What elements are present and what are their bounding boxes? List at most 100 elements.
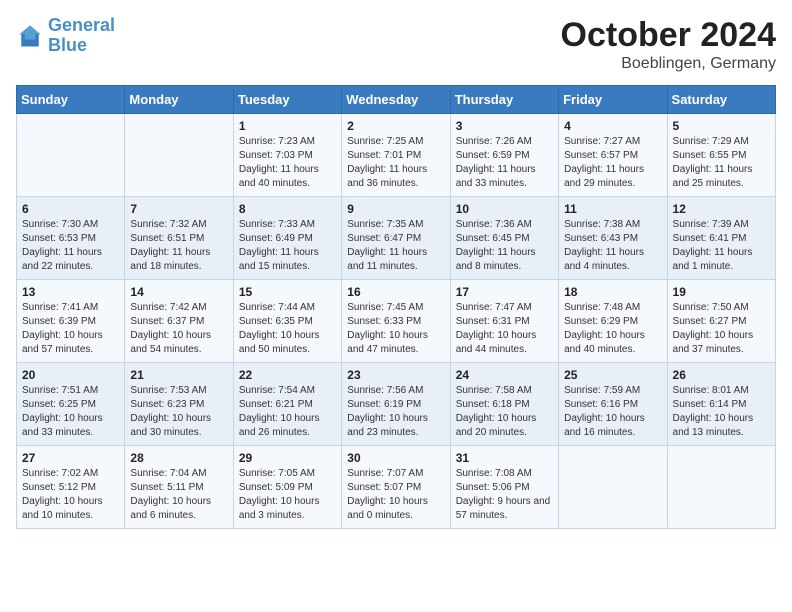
calendar-cell: 22 Sunrise: 7:54 AMSunset: 6:21 PMDayligh… [233,363,341,446]
calendar-cell: 15Sunrise: 7:44 AMSunset: 6:35 PMDayligh… [233,280,341,363]
day-number: 9 [347,202,444,216]
title-block: October 2024 Boeblingen, Germany [561,16,776,73]
day-detail: Sunrise: 7:59 AMSunset: 6:16 PMDaylight:… [564,384,661,440]
logo-icon [16,22,44,50]
calendar-week: 27Sunrise: 7:02 AMSunset: 5:12 PMDayligh… [17,446,776,529]
day-number: 13 [22,285,119,299]
calendar-cell: 26 Sunrise: 8:01 AMSunset: 6:14 PMDayligh… [667,363,775,446]
day-detail: Sunrise: 7:33 AMSunset: 6:49 PMDaylight:… [239,218,336,274]
day-detail: Sunrise: 7:41 AMSunset: 6:39 PMDaylight:… [22,301,119,357]
day-number: 22 [239,368,336,382]
calendar-table: SundayMondayTuesdayWednesdayThursdayFrid… [16,85,776,529]
calendar-cell: 1Sunrise: 7:23 AMSunset: 7:03 PMDaylight… [233,114,341,197]
day-number: 10 [456,202,553,216]
day-number: 7 [130,202,227,216]
calendar-cell: 25Sunrise: 7:59 AMSunset: 6:16 PMDayligh… [559,363,667,446]
day-detail: Sunrise: 7:39 AMSunset: 6:41 PMDaylight:… [673,218,770,274]
calendar-cell: 19 Sunrise: 7:50 AMSunset: 6:27 PMDayligh… [667,280,775,363]
day-detail: Sunrise: 7:56 AMSunset: 6:19 PMDaylight:… [347,384,444,440]
day-number: 23 [347,368,444,382]
calendar-cell: 30 Sunrise: 7:07 AMSunset: 5:07 PMDayligh… [342,446,450,529]
day-number: 19 [673,285,770,299]
day-number: 27 [22,451,119,465]
calendar-week: 20 Sunrise: 7:51 AMSunset: 6:25 PMDayligh… [17,363,776,446]
calendar-cell: 18 Sunrise: 7:48 AMSunset: 6:29 PMDayligh… [559,280,667,363]
day-detail: Sunrise: 7:36 AMSunset: 6:45 PMDaylight:… [456,218,553,274]
calendar-cell: 24Sunrise: 7:58 AMSunset: 6:18 PMDayligh… [450,363,558,446]
header-row: SundayMondayTuesdayWednesdayThursdayFrid… [17,86,776,114]
calendar-cell: 29 Sunrise: 7:05 AMSunset: 5:09 PMDayligh… [233,446,341,529]
header-day: Thursday [450,86,558,114]
day-number: 5 [673,119,770,133]
day-detail: Sunrise: 7:54 AMSunset: 6:21 PMDaylight:… [239,384,336,440]
day-detail: Sunrise: 7:45 AMSunset: 6:33 PMDaylight:… [347,301,444,357]
day-number: 16 [347,285,444,299]
calendar-week: 6 Sunrise: 7:30 AMSunset: 6:53 PMDaylight… [17,197,776,280]
day-number: 6 [22,202,119,216]
calendar-cell: 9Sunrise: 7:35 AMSunset: 6:47 PMDaylight… [342,197,450,280]
calendar-cell: 2Sunrise: 7:25 AMSunset: 7:01 PMDaylight… [342,114,450,197]
header-day: Tuesday [233,86,341,114]
header-day: Saturday [667,86,775,114]
header-day: Sunday [17,86,125,114]
day-detail: Sunrise: 7:30 AMSunset: 6:53 PMDaylight:… [22,218,119,274]
calendar-cell: 16 Sunrise: 7:45 AMSunset: 6:33 PMDayligh… [342,280,450,363]
day-detail: Sunrise: 7:48 AMSunset: 6:29 PMDaylight:… [564,301,661,357]
day-number: 29 [239,451,336,465]
header-day: Friday [559,86,667,114]
day-number: 18 [564,285,661,299]
day-number: 24 [456,368,553,382]
calendar-cell: 4Sunrise: 7:27 AMSunset: 6:57 PMDaylight… [559,114,667,197]
calendar-cell: 14 Sunrise: 7:42 AMSunset: 6:37 PMDayligh… [125,280,233,363]
day-detail: Sunrise: 7:08 AMSunset: 5:06 PMDaylight:… [456,467,553,523]
day-number: 20 [22,368,119,382]
calendar-cell: 20 Sunrise: 7:51 AMSunset: 6:25 PMDayligh… [17,363,125,446]
day-detail: Sunrise: 7:42 AMSunset: 6:37 PMDaylight:… [130,301,227,357]
month-title: October 2024 [561,16,776,55]
calendar-cell: 12 Sunrise: 7:39 AMSunset: 6:41 PMDayligh… [667,197,775,280]
day-detail: Sunrise: 7:07 AMSunset: 5:07 PMDaylight:… [347,467,444,523]
day-detail: Sunrise: 7:29 AMSunset: 6:55 PMDaylight:… [673,135,770,191]
day-detail: Sunrise: 8:01 AMSunset: 6:14 PMDaylight:… [673,384,770,440]
day-detail: Sunrise: 7:27 AMSunset: 6:57 PMDaylight:… [564,135,661,191]
calendar-cell: 7 Sunrise: 7:32 AMSunset: 6:51 PMDaylight… [125,197,233,280]
calendar-cell: 21 Sunrise: 7:53 AMSunset: 6:23 PMDayligh… [125,363,233,446]
calendar-cell: 11Sunrise: 7:38 AMSunset: 6:43 PMDayligh… [559,197,667,280]
day-detail: Sunrise: 7:05 AMSunset: 5:09 PMDaylight:… [239,467,336,523]
day-number: 17 [456,285,553,299]
page-header: General Blue October 2024 Boeblingen, Ge… [16,16,776,73]
day-number: 12 [673,202,770,216]
header-day: Wednesday [342,86,450,114]
day-number: 21 [130,368,227,382]
day-detail: Sunrise: 7:26 AMSunset: 6:59 PMDaylight:… [456,135,553,191]
logo-text: General Blue [48,16,115,56]
day-detail: Sunrise: 7:47 AMSunset: 6:31 PMDaylight:… [456,301,553,357]
calendar-cell: 6 Sunrise: 7:30 AMSunset: 6:53 PMDaylight… [17,197,125,280]
calendar-cell: 31Sunrise: 7:08 AMSunset: 5:06 PMDayligh… [450,446,558,529]
day-detail: Sunrise: 7:23 AMSunset: 7:03 PMDaylight:… [239,135,336,191]
calendar-cell: 13 Sunrise: 7:41 AMSunset: 6:39 PMDayligh… [17,280,125,363]
calendar-cell [17,114,125,197]
calendar-cell: 28 Sunrise: 7:04 AMSunset: 5:11 PMDayligh… [125,446,233,529]
day-number: 15 [239,285,336,299]
day-detail: Sunrise: 7:50 AMSunset: 6:27 PMDaylight:… [673,301,770,357]
logo: General Blue [16,16,115,56]
day-number: 28 [130,451,227,465]
day-number: 14 [130,285,227,299]
calendar-cell: 17 Sunrise: 7:47 AMSunset: 6:31 PMDayligh… [450,280,558,363]
day-detail: Sunrise: 7:04 AMSunset: 5:11 PMDaylight:… [130,467,227,523]
location: Boeblingen, Germany [561,55,776,73]
day-number: 26 [673,368,770,382]
day-number: 30 [347,451,444,465]
calendar-cell: 8Sunrise: 7:33 AMSunset: 6:49 PMDaylight… [233,197,341,280]
day-detail: Sunrise: 7:53 AMSunset: 6:23 PMDaylight:… [130,384,227,440]
day-number: 3 [456,119,553,133]
calendar-cell: 5 Sunrise: 7:29 AMSunset: 6:55 PMDaylight… [667,114,775,197]
calendar-week: 13 Sunrise: 7:41 AMSunset: 6:39 PMDayligh… [17,280,776,363]
day-detail: Sunrise: 7:51 AMSunset: 6:25 PMDaylight:… [22,384,119,440]
calendar-cell [125,114,233,197]
day-detail: Sunrise: 7:32 AMSunset: 6:51 PMDaylight:… [130,218,227,274]
calendar-cell [667,446,775,529]
day-number: 11 [564,202,661,216]
calendar-cell: 23 Sunrise: 7:56 AMSunset: 6:19 PMDayligh… [342,363,450,446]
